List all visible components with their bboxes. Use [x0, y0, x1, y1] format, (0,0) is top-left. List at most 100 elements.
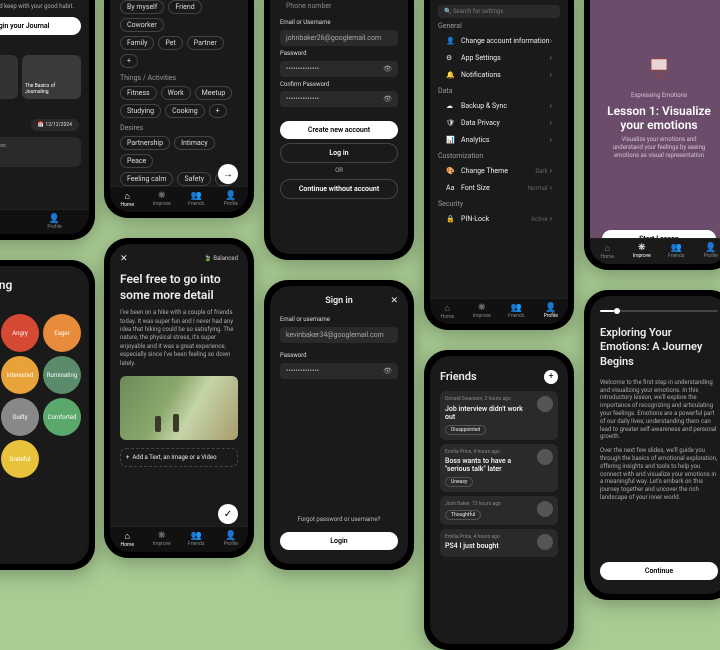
forgot-link[interactable]: Forgot password or username? — [280, 516, 398, 524]
chip-cooking[interactable]: Cooking — [165, 104, 205, 118]
eye-icon[interactable]: 👁 — [383, 367, 392, 375]
input-password[interactable]: ••••••••••••••👁 — [280, 61, 398, 77]
nav-home[interactable]: ⌂Home — [430, 303, 465, 320]
row-notifications[interactable]: 🔔Notifications› — [438, 66, 560, 83]
nav-friends[interactable]: 👥Friends — [179, 191, 214, 208]
things-chips: Fitness Work Meetup Studying Cooking + — [120, 84, 238, 120]
chip-intimacy[interactable]: Intimacy — [174, 136, 215, 150]
chip-pet[interactable]: Pet — [158, 36, 182, 50]
input-password[interactable]: ••••••••••••••👁 — [280, 363, 398, 379]
nav-improve[interactable]: ❋Improve — [625, 243, 660, 260]
eye-icon[interactable]: 👁 — [383, 95, 392, 103]
chip-partner[interactable]: Partner — [187, 36, 224, 50]
phone-signin: Sign in ✕ Email or username kevinbaker34… — [264, 280, 414, 570]
begin-journal-button[interactable]: Begin your Journal — [0, 17, 81, 35]
add-media-button[interactable]: + Add a Text, an Image or a Video — [120, 448, 238, 467]
phone-tags: People By myself Friend Coworker Family … — [104, 0, 254, 218]
chip-family[interactable]: Family — [120, 36, 154, 50]
nav-friends[interactable]: 👥Friends — [659, 243, 694, 260]
row-theme[interactable]: 🎨Change ThemeDark › — [438, 162, 560, 179]
row-account[interactable]: 👤Change account information› — [438, 32, 560, 49]
nav-improve[interactable]: ❋Improve — [145, 191, 180, 208]
add-friend-button[interactable]: + — [544, 370, 558, 384]
chip-calm[interactable]: Feeling calm — [120, 172, 173, 186]
cloud-icon: ☁ — [446, 102, 456, 110]
friend-card[interactable]: Donald Swanson, 2 hours agoJob interview… — [440, 391, 558, 440]
search-input[interactable]: 🔍 Search for settings — [438, 5, 560, 18]
mood-interested[interactable]: Interested — [1, 356, 39, 394]
chip-meetup[interactable]: Meetup — [195, 86, 233, 100]
mood-grateful[interactable]: Grateful — [1, 440, 39, 478]
card-basics[interactable]: The Basics of Journaling — [22, 55, 81, 99]
login-button[interactable]: Log in — [280, 143, 398, 163]
explore-p1: Welcome to the first step in understandi… — [600, 379, 718, 441]
chip-fitness[interactable]: Fitness — [120, 86, 157, 100]
nav-improve[interactable]: ❋Improve — [465, 303, 500, 320]
chip-safety[interactable]: Safety — [177, 172, 211, 186]
phone-journal: do you feel? daily journal and keep with… — [0, 0, 95, 240]
fab-confirm[interactable]: ✓ — [218, 504, 238, 524]
card-reframing[interactable]: Reframing your thoughts — [0, 55, 18, 99]
explore-p2: Over the next few slides, we'll guide yo… — [600, 447, 718, 502]
section-things: Things / Activities — [120, 74, 238, 82]
friend-card[interactable]: Emilia Price, 4 hours agoBoss wants to h… — [440, 444, 558, 493]
close-button[interactable]: ✕ — [390, 296, 398, 306]
row-analytics[interactable]: 📊Analytics› — [438, 131, 560, 148]
chip-studying[interactable]: Studying — [120, 104, 161, 118]
mood-angry[interactable]: Angry — [1, 314, 39, 352]
continue-button[interactable]: Continue without account — [280, 179, 398, 199]
login-button[interactable]: Login — [280, 532, 398, 550]
chip-plus-things[interactable]: + — [209, 104, 227, 118]
profile-title: Profile — [438, 0, 560, 1]
chip-friend[interactable]: Friend — [168, 0, 201, 14]
nav-friends[interactable]: 👥Friends — [499, 303, 534, 320]
mood-comforted[interactable]: Comforted — [43, 398, 81, 436]
create-account-button[interactable]: Create new account — [280, 121, 398, 139]
chevron-right-icon: › — [550, 118, 552, 127]
mood-eager[interactable]: Eager — [43, 314, 81, 352]
row-app-settings[interactable]: ⚙App Settings› — [438, 49, 560, 66]
chip-coworker[interactable]: Coworker — [120, 18, 164, 32]
lock-icon: 🔒 — [446, 215, 456, 223]
chip-work[interactable]: Work — [161, 86, 191, 100]
nav-profile[interactable]: 👤Profile — [534, 303, 569, 320]
row-pin[interactable]: 🔒PIN-LockActive › — [438, 210, 560, 227]
fab-next[interactable]: → — [218, 164, 238, 184]
mood-guilty[interactable]: Guilty — [1, 398, 39, 436]
chart-icon: 📊 — [446, 136, 456, 144]
phone-signup: Username / Email Phone number Email or U… — [264, 0, 414, 260]
chip-peace[interactable]: Peace — [120, 154, 153, 168]
explore-title: Exploring Your Emotions: A Journey Begin… — [600, 326, 718, 369]
input-email[interactable]: kevinbaker34@googlemail.com — [280, 327, 398, 343]
yourself-label: ourself — [0, 43, 81, 51]
date-chip: 📅 12/12/2024 — [31, 119, 79, 131]
section-desires: Desires — [120, 124, 238, 132]
tab-phone[interactable]: Phone number — [280, 0, 337, 13]
chip-plus-people[interactable]: + — [120, 54, 138, 68]
input-confirm[interactable]: ••••••••••••••👁 — [280, 91, 398, 107]
chip-partnership[interactable]: Partnership — [120, 136, 170, 150]
chip-bymyself[interactable]: By myself — [120, 0, 164, 14]
input-email[interactable]: johnbaker26@googlemail.com — [280, 30, 398, 46]
continue-button[interactable]: Continue — [600, 562, 718, 580]
eye-icon[interactable]: 👁 — [383, 65, 392, 73]
nav-profile[interactable]: 👤Profile — [214, 191, 249, 208]
nav-home[interactable]: ⌂Home — [590, 243, 625, 260]
nav-friends[interactable]: 👥Friends — [0, 214, 20, 230]
card-hopes[interactable]: Hopes: A Reflection — [0, 137, 81, 167]
friend-card[interactable]: Emilia Price, 4 hours agoPS4 I just boug… — [440, 529, 558, 558]
friend-card[interactable]: Josh Baker, 13 hours agoThoughtful — [440, 496, 558, 525]
shield-icon: 🛡 — [446, 119, 456, 127]
mood-ruminating[interactable]: Ruminating — [43, 356, 81, 394]
row-privacy[interactable]: 🛡Data Privacy› — [438, 114, 560, 131]
row-backup[interactable]: ☁Backup & Sync› — [438, 97, 560, 114]
nav-profile[interactable]: 👤Profile — [20, 214, 89, 230]
nav-home[interactable]: ⌂Home — [110, 191, 145, 208]
nav-profile[interactable]: 👤Profile — [694, 243, 720, 260]
lesson-desc: Visualize your emotions and understand y… — [602, 136, 716, 159]
label-email: Email or Username — [280, 19, 398, 27]
chevron-right-icon: › — [550, 101, 552, 110]
row-font[interactable]: AaFont SizeNormal › — [438, 179, 560, 196]
close-button[interactable]: ✕ — [120, 254, 128, 264]
phone-friends: Friends + Donald Swanson, 2 hours agoJob… — [424, 350, 574, 650]
